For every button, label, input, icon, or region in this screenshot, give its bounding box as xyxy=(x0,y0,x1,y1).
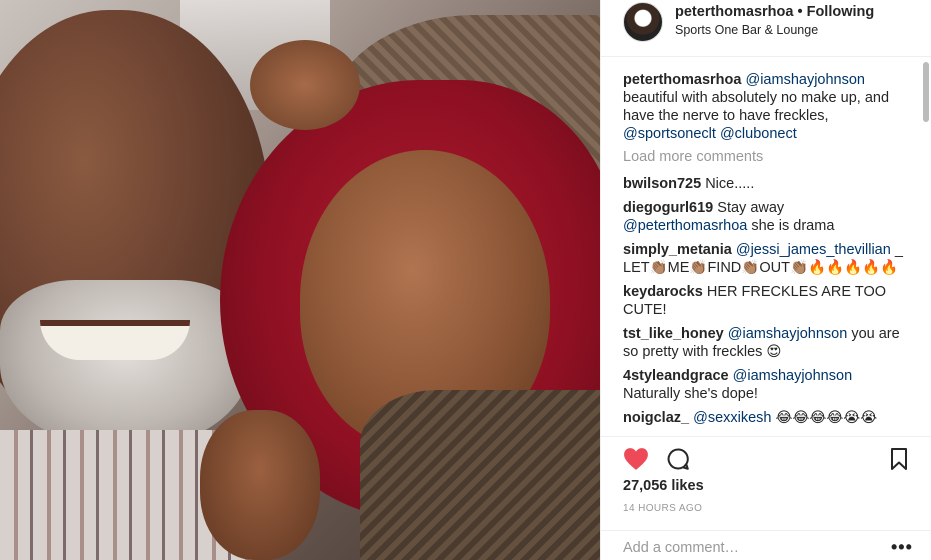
add-comment-bar: ••• xyxy=(601,530,931,560)
comments-scrollbar[interactable] xyxy=(923,62,929,432)
comment-mention[interactable]: @jessi_james_thevillian xyxy=(736,242,891,258)
list-item: 4styleandgrace @iamshayjohnson Naturally… xyxy=(623,367,912,403)
comment-username[interactable]: diegogurl619 xyxy=(623,200,713,216)
location-link[interactable]: Sports One Bar & Lounge xyxy=(675,23,818,37)
caption-text: beautiful with absolutely no make up, an… xyxy=(623,90,890,124)
caption-tag[interactable]: @sportsoneclt xyxy=(623,126,716,142)
comment-input[interactable] xyxy=(623,540,863,556)
bookmark-icon[interactable] xyxy=(889,447,909,471)
action-bar xyxy=(601,436,931,476)
comment-text: Nice..... xyxy=(701,176,755,192)
comments-list[interactable]: peterthomasrhoa @iamshayjohnson beautifu… xyxy=(601,57,931,435)
man-smile xyxy=(40,320,190,360)
comment-mention[interactable]: @iamshayjohnson xyxy=(728,326,848,342)
scrollbar-thumb[interactable] xyxy=(923,62,929,122)
caption-mention[interactable]: @iamshayjohnson xyxy=(745,72,865,88)
post-photo[interactable] xyxy=(0,0,600,560)
separator-dot: • xyxy=(797,4,803,20)
header-username[interactable]: peterthomasrhoa xyxy=(675,4,793,20)
timestamp[interactable]: 14 HOURS AGO xyxy=(623,503,702,514)
comment-username[interactable]: noigclaz_ xyxy=(623,410,689,426)
comment-username[interactable]: simply_metania xyxy=(623,242,732,258)
comment-mention[interactable]: @iamshayjohnson xyxy=(733,368,853,384)
load-more-comments[interactable]: Load more comments xyxy=(623,149,912,165)
comment-text: 😂😂😂😂😭😭 xyxy=(771,410,878,426)
avatar[interactable] xyxy=(623,2,663,42)
post-header: peterthomasrhoa • Following Sports One B… xyxy=(601,0,931,57)
list-item: bwilson725 Nice..... xyxy=(623,175,912,193)
list-item: simply_metania @jessi_james_thevillian _… xyxy=(623,241,912,277)
post-sidebar: peterthomasrhoa • Following Sports One B… xyxy=(600,0,931,560)
comment-mention[interactable]: @sexxikesh xyxy=(693,410,771,426)
list-item: diegogurl619 Stay away @peterthomasrhoa … xyxy=(623,199,912,235)
caption-tag[interactable]: @clubonect xyxy=(720,126,797,142)
comment-username[interactable]: 4styleandgrace xyxy=(623,368,729,384)
sweater-collar xyxy=(360,390,600,560)
list-item: keydarocks HER FRECKLES ARE TOO CUTE! xyxy=(623,283,912,319)
list-item: tst_like_honey @iamshayjohnson you are s… xyxy=(623,325,912,361)
following-button[interactable]: Following xyxy=(807,4,875,20)
comment-mention[interactable]: @peterthomasrhoa xyxy=(623,218,747,234)
likes-count[interactable]: 27,056 likes xyxy=(623,478,704,494)
caption: peterthomasrhoa @iamshayjohnson beautifu… xyxy=(623,71,912,143)
more-options-icon[interactable]: ••• xyxy=(891,538,913,556)
caption-username[interactable]: peterthomasrhoa xyxy=(623,72,741,88)
comment-icon[interactable] xyxy=(665,447,691,471)
woman-hand-bottom xyxy=(200,410,320,560)
woman-hand-top xyxy=(250,40,360,130)
comment-text: she is drama xyxy=(747,218,835,234)
comment-username[interactable]: tst_like_honey xyxy=(623,326,724,342)
comment-username[interactable]: keydarocks xyxy=(623,284,703,300)
header-user-line: peterthomasrhoa • Following xyxy=(675,4,874,20)
comment-text: Naturally she's dope! xyxy=(623,386,758,402)
comment-username[interactable]: bwilson725 xyxy=(623,176,701,192)
comment-text: Stay away xyxy=(713,200,785,216)
list-item: noigclaz_ @sexxikesh 😂😂😂😂😭😭 xyxy=(623,409,912,427)
man-beard xyxy=(0,280,250,450)
heart-icon[interactable] xyxy=(623,447,649,471)
